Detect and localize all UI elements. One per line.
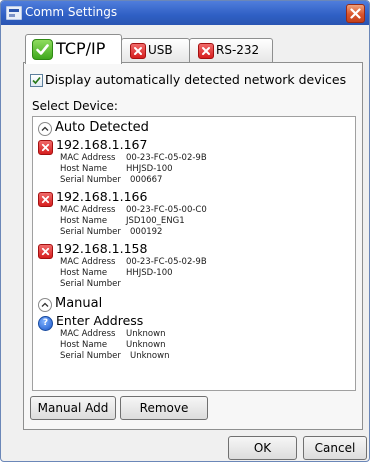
host-label: Host Name [60, 216, 108, 226]
display-auto-detected-checkbox[interactable] [30, 74, 43, 87]
close-icon [350, 8, 361, 19]
display-auto-detected-label: Display automatically detected network d… [45, 72, 347, 87]
select-device-label: Select Device: [32, 99, 118, 113]
mac-label: MAC Address [60, 205, 116, 215]
serial-value: Unknown [130, 351, 170, 361]
cancel-button[interactable]: Cancel [303, 436, 367, 460]
red-x-icon [198, 43, 214, 59]
mac-label: MAC Address [60, 257, 116, 267]
collapse-icon[interactable] [38, 122, 52, 136]
host-label: Host Name [60, 164, 108, 174]
host-label: Host Name [60, 340, 108, 350]
host-value: Unknown [126, 340, 166, 350]
red-x-icon [38, 244, 53, 259]
tab-usb[interactable]: USB [121, 38, 190, 62]
close-button[interactable] [346, 4, 365, 23]
window-title: Comm Settings [25, 5, 118, 19]
serial-label: Serial Number [60, 227, 121, 237]
host-label: Host Name [60, 268, 108, 278]
red-x-icon [130, 43, 146, 59]
mac-label: MAC Address [60, 329, 116, 339]
green-check-icon [32, 39, 53, 60]
tab-label: USB [148, 43, 173, 57]
collapse-icon[interactable] [38, 298, 52, 312]
group-label: Manual [55, 296, 103, 311]
tab-rs-232[interactable]: RS-232 [189, 38, 273, 62]
serial-label: Serial Number [60, 279, 121, 289]
tab-label: RS-232 [216, 43, 260, 57]
device-address: Enter Address [56, 313, 144, 328]
host-value: HHJSD-100 [126, 268, 173, 278]
mac-label: MAC Address [60, 153, 116, 163]
remove-button[interactable]: Remove [120, 396, 208, 420]
tab-tcp-ip[interactable]: TCP/IP [25, 34, 122, 64]
checkmark-icon [32, 76, 41, 85]
comm-settings-dialog: Comm Settings TCP/IP USB RS-232 Display … [0, 0, 370, 462]
tcp-ip-panel: Display automatically detected network d… [23, 62, 363, 430]
host-value: JSD100_ENG1 [126, 216, 185, 226]
help-icon: ? [38, 316, 53, 331]
device-list[interactable]: Auto Detected 192.168.1.167 MAC Address … [32, 116, 356, 391]
mac-value: 00-23-FC-05-00-C0 [126, 205, 207, 215]
tab-label: TCP/IP [56, 39, 106, 58]
device-ip: 192.168.1.158 [56, 241, 148, 256]
red-x-icon [38, 140, 53, 155]
serial-label: Serial Number [60, 175, 121, 185]
ok-button[interactable]: OK [228, 436, 297, 460]
red-x-icon [38, 192, 53, 207]
serial-value: 000667 [130, 175, 163, 185]
mac-value: Unknown [126, 329, 166, 339]
group-label: Auto Detected [55, 120, 149, 135]
manual-add-button[interactable]: Manual Add [30, 396, 116, 420]
title-bar[interactable]: Comm Settings [1, 1, 369, 25]
serial-value: 000192 [130, 227, 163, 237]
device-ip: 192.168.1.167 [56, 137, 148, 152]
mac-value: 00-23-FC-05-02-9B [126, 153, 207, 163]
device-ip: 192.168.1.166 [56, 189, 148, 204]
app-icon [6, 6, 22, 20]
mac-value: 00-23-FC-05-02-9B [126, 257, 207, 267]
serial-label: Serial Number [60, 351, 121, 361]
host-value: HHJSD-100 [126, 164, 173, 174]
